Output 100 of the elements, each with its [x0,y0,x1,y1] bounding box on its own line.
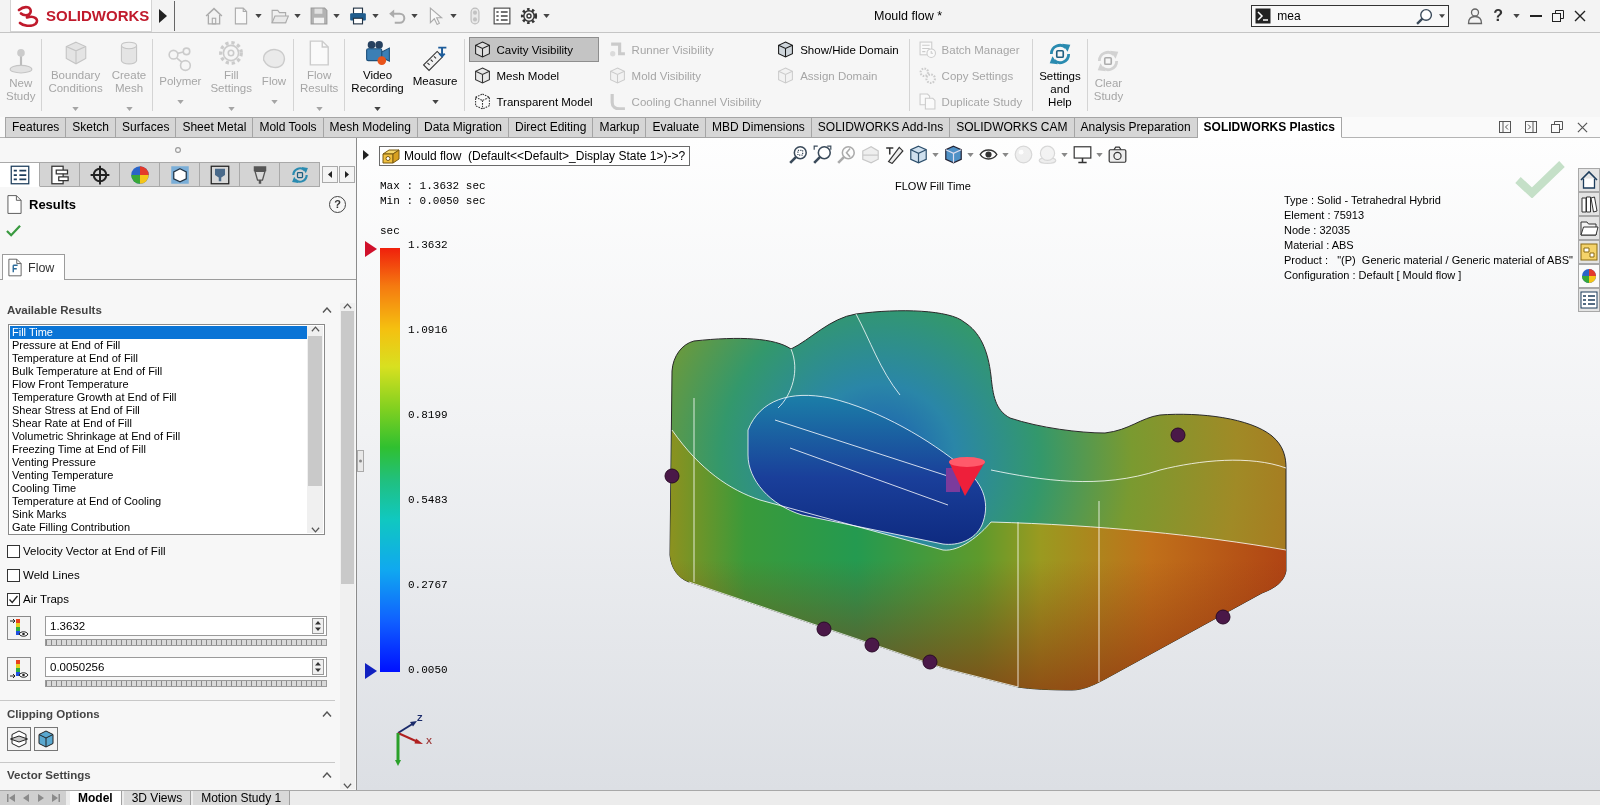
results-list[interactable] [8,324,325,535]
close-icon[interactable] [1574,10,1586,22]
scroll-right-icon[interactable] [339,166,355,183]
help-button[interactable]: ? [1493,7,1503,25]
slider-scale[interactable] [45,639,327,646]
panel-tab[interactable] [0,162,40,187]
zoom-area-icon[interactable] [813,145,832,164]
command-tab[interactable]: Sketch [66,117,117,138]
list-item[interactable]: Shear Stress at End of Fill [10,404,307,417]
list-item[interactable]: Volumetric Shrinkage at End of Fill [10,430,307,443]
command-tab[interactable]: Sheet Metal [176,117,254,138]
clipped-cube-icon[interactable] [34,727,58,751]
list-item[interactable]: Venting Pressure [10,456,307,469]
sheet-tab[interactable]: Motion Study 1 [193,791,291,805]
expand-arrow-icon[interactable] [363,150,369,160]
close-icon[interactable] [1577,121,1588,133]
checkbox[interactable] [7,592,20,606]
command-tab[interactable]: SOLIDWORKS Plastics [1197,117,1342,138]
ribbon-tool-button[interactable]: Transparent Model [468,89,599,114]
command-tab[interactable]: Direct Editing [509,117,594,138]
check-icon[interactable] [6,223,21,237]
restore-icon[interactable] [1552,10,1564,22]
max-marker-icon[interactable] [365,241,377,257]
caret-icon[interactable] [1439,14,1446,18]
section-title[interactable]: Available Results [7,304,102,316]
input-field[interactable]: 0.0050256 [45,657,327,677]
checkbox[interactable] [7,544,20,558]
slider-scale[interactable] [45,680,327,687]
spin-button-icon[interactable] [312,659,324,675]
command-tab[interactable]: Evaluate [646,117,707,138]
list-item[interactable]: Flow Front Temperature [10,378,307,391]
caret-icon[interactable] [372,14,379,18]
list-item[interactable]: Temperature at End of Cooling [10,495,307,508]
caret-icon[interactable] [1513,14,1520,18]
spin-button-icon[interactable] [312,618,324,634]
command-tab[interactable]: Mold Tools [253,117,324,138]
list-item[interactable]: Shear Rate at End of Fill [10,417,307,430]
ribbon-tool-button[interactable]: Mesh Model [468,63,599,88]
list-item[interactable]: Temperature at End of Fill [10,352,307,365]
list-item[interactable]: Sink Marks [10,508,307,521]
zoom-fit-icon[interactable] [789,145,808,164]
section-title[interactable]: Vector Settings [7,769,91,781]
folder-icon[interactable] [1578,216,1600,240]
ribbon-button[interactable]: Measure [410,33,460,117]
scrollbar[interactable] [307,326,323,533]
command-tab[interactable]: Features [5,117,67,138]
user-icon[interactable] [1467,7,1484,25]
collapse-caret-icon[interactable] [322,711,332,717]
caret-icon[interactable] [543,14,550,18]
annotation-icon[interactable] [885,145,904,164]
settings-icon[interactable] [520,7,538,25]
panel-tab[interactable] [80,162,120,187]
checkbox[interactable] [7,568,20,582]
scrollbar[interactable] [340,303,355,789]
panel-tab[interactable] [240,162,280,187]
input-field[interactable]: 1.3632 [45,616,327,636]
feature-tab[interactable]: Flow [2,254,66,280]
panel-tab[interactable] [40,162,80,187]
command-tab[interactable]: Surfaces [116,117,177,138]
min-marker-icon[interactable] [365,663,377,679]
grip-icon[interactable] [175,147,181,153]
list-icon[interactable] [493,7,511,25]
list-item[interactable]: Fill Time [10,326,307,339]
ribbon-button[interactable]: Video Recording [349,33,406,117]
list-item[interactable]: Freezing Time at End of Fill [10,443,307,456]
home-icon[interactable] [1578,168,1600,192]
view-cube-icon[interactable] [909,145,928,164]
panel-tab[interactable] [200,162,240,187]
command-tab[interactable]: SOLIDWORKS CAM [950,117,1075,138]
list-item[interactable]: Pressure at End of Fill [10,339,307,352]
books-icon[interactable] [1578,192,1600,216]
section-title[interactable]: Clipping Options [7,708,100,720]
display-style-icon[interactable] [944,145,963,164]
list-item[interactable]: Venting Temperature [10,469,307,482]
collapse-caret-icon[interactable] [322,307,332,313]
printer-icon[interactable] [349,7,367,25]
panel-tab[interactable] [160,162,200,187]
clipping-plane-icon[interactable] [7,727,31,751]
checkbox-label[interactable]: Velocity Vector at End of Fill [23,545,166,557]
properties-list-icon[interactable] [1578,288,1600,312]
checkbox-label[interactable]: Air Traps [23,593,69,605]
collapse-caret-icon[interactable] [322,772,332,778]
scroll-left-icon[interactable] [322,166,338,183]
ribbon-tool-button[interactable]: Show/Hide Domain [772,37,905,62]
list-item[interactable]: Gate Filling Contribution [10,521,307,534]
logo-button[interactable]: SOLIDWORKS [10,0,152,32]
restore-icon[interactable] [1551,121,1563,133]
ribbon-tool-button[interactable]: Cavity Visibility [468,37,599,62]
sheet-tab[interactable]: 3D Views [123,791,192,805]
list-item[interactable]: Temperature Growth at End of Fill [10,391,307,404]
command-tab[interactable]: SOLIDWORKS Add-Ins [811,117,951,138]
list-item[interactable]: Cooling Time [10,482,307,495]
splitter-handle-icon[interactable] [357,450,364,472]
command-tab[interactable]: Markup [593,117,647,138]
ribbon-button[interactable]: Settings and Help [1037,33,1083,117]
panel-left-icon[interactable] [1499,121,1511,133]
search-icon[interactable] [1416,7,1434,25]
command-tab[interactable]: Data Migration [417,117,509,138]
command-tab[interactable]: Analysis Preparation [1074,117,1198,138]
expand-arrow-icon[interactable] [159,9,167,23]
